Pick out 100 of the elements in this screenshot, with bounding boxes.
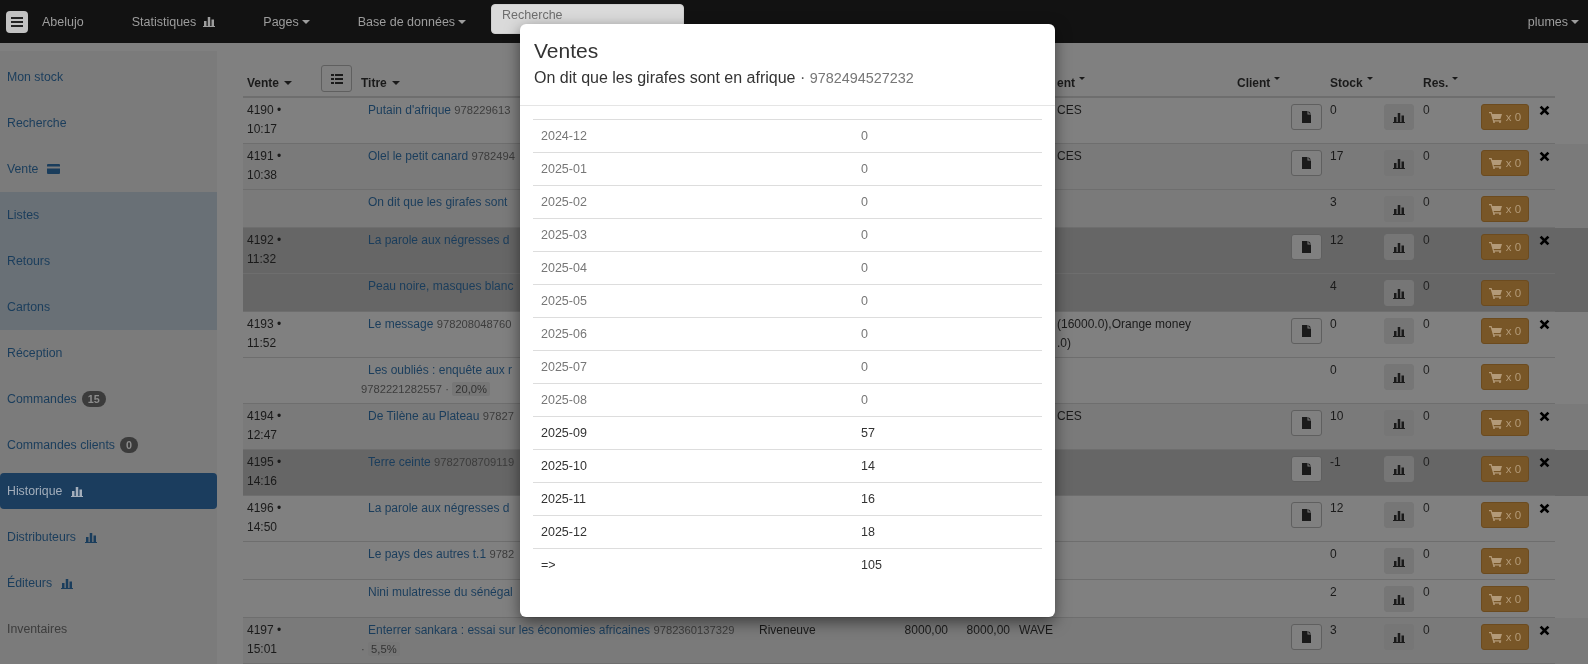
chart-button[interactable] [1384,196,1414,222]
cross-icon[interactable] [1539,411,1550,422]
cross-icon[interactable] [1539,235,1550,246]
sidebar-item[interactable]: Historique [0,473,217,509]
nav-link[interactable]: Base de données [357,14,467,29]
document-button[interactable] [1291,502,1322,528]
chart-button[interactable] [1384,318,1414,344]
column-header[interactable]: Res. [1423,74,1459,92]
cart-button[interactable]: x 0 [1481,104,1529,130]
month-cell-text: 2025-11 [540,491,587,508]
chart-button[interactable] [1384,410,1414,436]
document-button[interactable] [1291,318,1322,344]
isbn-text: 9782 [489,548,515,560]
brand-link[interactable]: Abelujo [42,14,84,29]
book-title[interactable]: On dit que les girafes sont [368,195,508,209]
cart-button[interactable]: x 0 [1481,196,1529,222]
book-title[interactable]: Peau noire, masques blanc [368,279,514,293]
column-header[interactable]: Vente [247,74,292,92]
cart-button[interactable]: x 0 [1481,624,1529,650]
list-button[interactable] [321,65,352,92]
document-button[interactable] [1291,410,1322,436]
payment-text: WAVE [1019,622,1053,639]
column-header[interactable]: ent [1057,74,1085,92]
user-menu[interactable]: plumes [1527,14,1579,29]
cart-button[interactable]: x 0 [1481,586,1529,612]
document-button[interactable] [1291,234,1322,260]
chart-button[interactable] [1384,456,1414,482]
sidebar-item[interactable]: Listes [0,197,217,233]
cross-icon[interactable] [1539,319,1550,330]
cart-button[interactable]: x 0 [1481,456,1529,482]
sidebar-item[interactable]: Retours [0,243,217,279]
book-title[interactable]: De Tilène au Plateau [368,409,480,423]
book-title[interactable]: La parole aux négresses d [368,233,510,247]
book-title[interactable]: Terre ceinte [368,455,431,469]
book-title[interactable]: Putain d'afrique [368,103,451,117]
count-cell-text: 0 [860,326,869,343]
cross-icon[interactable] [1539,105,1550,116]
cart-button[interactable]: x 0 [1481,318,1529,344]
book-title[interactable]: Olel le petit canard [368,149,469,163]
document-button[interactable] [1291,624,1322,650]
sidebar-item[interactable]: Réception [0,335,217,371]
chart-button[interactable] [1384,548,1414,574]
cross-icon[interactable] [1539,625,1550,636]
cart-button[interactable]: x 0 [1481,364,1529,390]
column-header[interactable]: Stock [1330,74,1373,92]
chart-button[interactable] [1384,364,1414,390]
nav-link[interactable]: Statistiques [131,14,216,29]
reserved-count: 0 [1423,623,1430,637]
cart-button[interactable]: x 0 [1481,502,1529,528]
file-icon [1302,417,1311,429]
document-button[interactable] [1291,456,1322,482]
sort-icon [1079,77,1085,80]
file-icon [1302,463,1311,475]
chart-button[interactable] [1384,150,1414,176]
document-button[interactable] [1291,150,1322,176]
isbn-text: 978229613 [454,104,511,116]
book-title[interactable]: Enterrer sankara : essai sur les économies africaines [368,623,651,637]
book-title[interactable]: Les oubliés : enquête aux r [368,363,513,377]
sidebar-item[interactable]: Recherche [0,105,217,141]
sidebar-item[interactable]: Mon stock [0,59,217,95]
sidebar-item[interactable]: Commandes 15 [0,381,217,417]
bar-chart-icon [1393,325,1405,337]
book-title[interactable]: Le pays des autres t.1 [368,547,487,561]
cart-button[interactable]: x 0 [1481,280,1529,306]
bar-chart-icon [85,531,98,543]
sidebar-item[interactable]: Éditeurs [0,565,217,601]
menu-icon[interactable] [6,10,28,33]
sale-label: 4192 • 11:32 [247,232,283,268]
cart-button[interactable]: x 0 [1481,548,1529,574]
caret-icon [458,19,467,24]
chart-button[interactable] [1384,624,1414,650]
stock-count: 17 [1330,148,1344,165]
cross-icon[interactable] [1539,151,1550,162]
sort-icon [1366,77,1373,80]
chart-button[interactable] [1384,280,1414,306]
sidebar-item[interactable]: Vente [0,151,217,187]
cross-icon[interactable] [1539,457,1550,468]
document-button[interactable] [1291,104,1322,130]
book-title[interactable]: Nini mulatresse du sénégal [368,585,513,599]
column-header[interactable]: Titre [361,74,400,92]
book-title[interactable]: La parole aux négresses d [368,501,510,515]
stock-count: 3 [1330,194,1337,211]
cart-button[interactable]: x 0 [1481,234,1529,260]
sale-label: 4195 • 14:16 [247,454,283,490]
sidebar-item[interactable]: Distributeurs [0,519,217,555]
cart-button[interactable]: x 0 [1481,410,1529,436]
book-title[interactable]: Le message [368,317,434,331]
chart-button[interactable] [1384,104,1414,130]
chart-button[interactable] [1384,234,1414,260]
chart-button[interactable] [1384,586,1414,612]
sidebar-item[interactable]: Commandes clients 0 [0,427,217,463]
cross-icon[interactable] [1539,503,1550,514]
cart-button[interactable]: x 0 [1481,150,1529,176]
publisher-text: Riveneuve [759,623,816,637]
caret-icon [284,81,292,85]
reserved-count: 0 [1423,501,1430,515]
chart-button[interactable] [1384,502,1414,528]
column-header[interactable]: Client [1237,74,1281,92]
nav-link[interactable]: Pages [263,14,310,29]
sidebar-item[interactable]: Cartons [0,289,217,325]
